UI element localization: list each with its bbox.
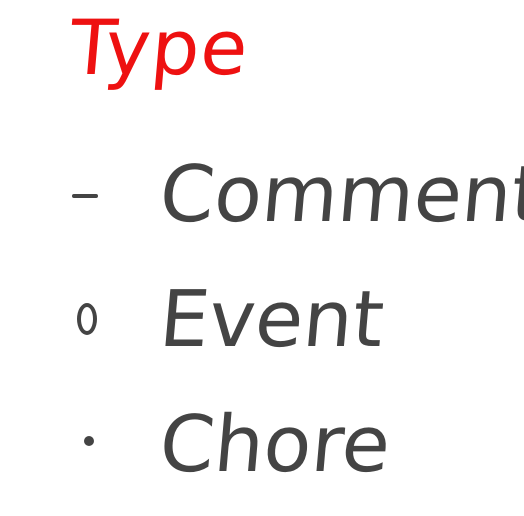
legend-canvas: Type Comment Event Chore bbox=[0, 0, 524, 516]
legend-item-event: Event bbox=[70, 275, 510, 365]
dash-icon bbox=[70, 150, 130, 240]
dash-shape bbox=[72, 194, 98, 198]
circle-icon bbox=[70, 275, 130, 365]
legend-item-label: Chore bbox=[156, 400, 394, 490]
circle-shape bbox=[77, 303, 97, 335]
legend-item-label: Event bbox=[156, 275, 388, 365]
legend-item-label: Comment bbox=[156, 150, 524, 240]
bullet-shape bbox=[84, 436, 94, 446]
legend-item-comment: Comment bbox=[70, 150, 524, 240]
legend-title: Type bbox=[66, 3, 253, 92]
bullet-icon bbox=[70, 400, 130, 490]
legend-item-chore: Chore bbox=[70, 400, 510, 490]
